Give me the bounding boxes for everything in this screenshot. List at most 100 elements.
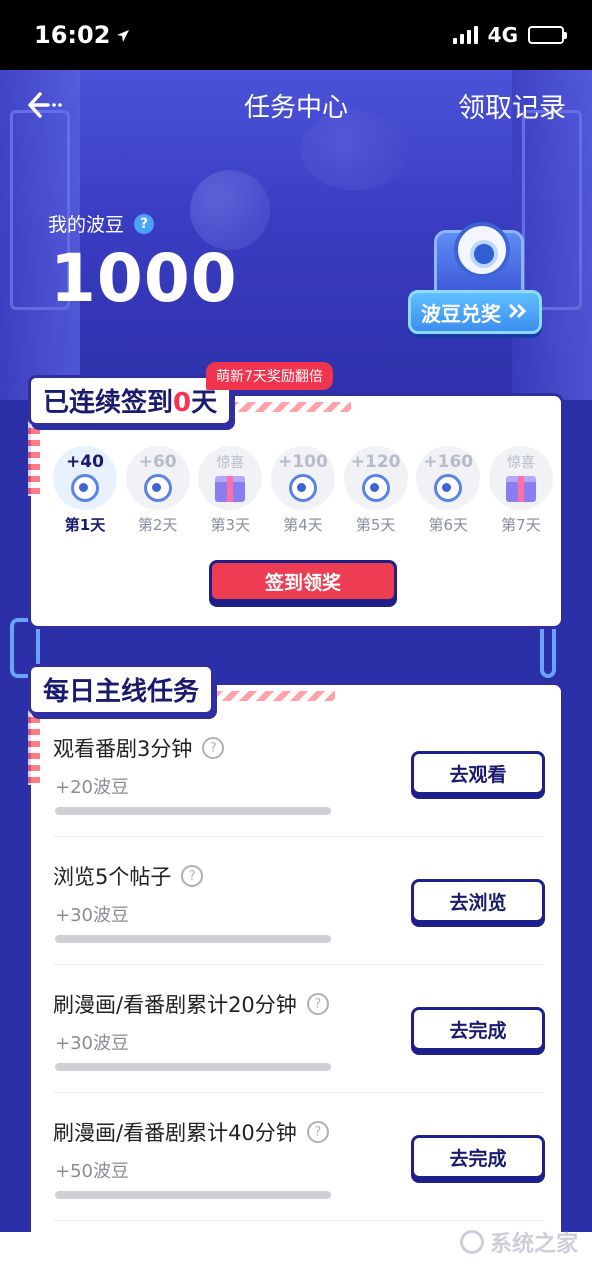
checkin-day[interactable]: +120 第5天 — [343, 446, 408, 535]
checkin-claim-button[interactable]: 签到领奖 — [209, 560, 397, 602]
task-progress-bar — [55, 935, 331, 943]
day-label: 第6天 — [428, 516, 469, 534]
task-reward: +50波豆 — [55, 1161, 129, 1182]
stripe-top-decoration — [231, 402, 351, 412]
status-time: 16:02 — [34, 21, 130, 49]
task-title-row: 浏览5个帖子 ? — [53, 861, 204, 891]
task-item: 浏览5个帖子 ? +30波豆 去浏览 — [53, 837, 545, 965]
checkin-day[interactable]: 惊喜 第3天 — [198, 446, 263, 535]
question-icon[interactable]: ? — [134, 213, 155, 234]
checkin-days: +40 第1天 +60 第2天 惊喜 第3天 +100 第4天 +120 第5天… — [53, 446, 553, 535]
task-reward: +30波豆 — [55, 1033, 129, 1054]
status-indicators: 4G — [452, 23, 567, 47]
checkin-day[interactable]: 惊喜 第7天 — [488, 446, 553, 535]
claim-history-link[interactable]: 领取记录 — [458, 86, 566, 125]
day-label: 第5天 — [355, 516, 396, 534]
task-title: 刷漫画/看番剧累计20分钟 — [53, 993, 297, 1017]
points-label-row: 我的波豆 ? — [48, 210, 155, 237]
day-reward: 惊喜 — [216, 455, 245, 471]
checkin-day[interactable]: +40 第1天 — [53, 446, 117, 535]
day-reward: +100 — [278, 452, 328, 472]
network-label: 4G — [487, 23, 518, 47]
stripe-top-decoration — [215, 691, 335, 701]
signal-icon — [452, 26, 478, 44]
day-circle: 惊喜 — [488, 446, 553, 510]
task-title: 浏览5个帖子 — [53, 865, 172, 889]
redeem-section: 波豆兑奖 — [408, 210, 548, 340]
day-label: 第2天 — [137, 516, 178, 534]
points-value: 1000 — [50, 240, 238, 317]
task-reward: +20波豆 — [55, 777, 129, 798]
bean-icon — [454, 222, 510, 278]
status-time-text: 16:02 — [34, 21, 111, 49]
task-item: 刷漫画/看番剧累计40分钟 ? +50波豆 去完成 — [53, 1093, 545, 1221]
day-circle: +160 — [416, 446, 481, 510]
day-label: 第7天 — [501, 516, 541, 534]
daily-tasks-card: 观看番剧3分钟 ? +20波豆 去观看 浏览5个帖子 ? +30波豆 去浏览 刷… — [28, 682, 564, 1242]
task-reward: +30波豆 — [55, 905, 129, 926]
double-chevron-right-icon — [507, 300, 529, 324]
bean-icon — [361, 474, 390, 502]
checkin-card: +40 第1天 +60 第2天 惊喜 第3天 +100 第4天 +120 第5天… — [28, 393, 564, 629]
gift-icon — [215, 476, 246, 502]
bean-icon — [71, 474, 99, 502]
day-reward: +40 — [66, 452, 104, 472]
day-label: 第3天 — [210, 516, 251, 534]
back-arrow-icon[interactable] — [26, 85, 66, 125]
streak-count: 0 — [173, 388, 192, 418]
redeem-button[interactable]: 波豆兑奖 — [408, 290, 542, 334]
nav-bar: 任务中心 领取记录 — [0, 70, 592, 140]
task-title-row: 刷漫画/看番剧累计40分钟 ? — [53, 1117, 329, 1147]
task-action-button[interactable]: 去观看 — [411, 751, 545, 795]
streak-suffix: 天 — [191, 388, 218, 418]
planet-decoration — [190, 170, 270, 250]
day-reward: +60 — [138, 452, 177, 472]
question-icon[interactable]: ? — [306, 1121, 329, 1143]
task-progress-bar — [55, 807, 331, 815]
double-reward-badge: 萌新7天奖励翻倍 — [206, 362, 333, 390]
watermark-text: 系统之家 — [489, 1232, 578, 1257]
daily-tasks-title: 每日主线任务 — [28, 664, 215, 715]
question-icon[interactable]: ? — [306, 993, 329, 1015]
day-reward: +160 — [423, 452, 474, 472]
day-circle: 惊喜 — [198, 446, 263, 510]
question-icon[interactable]: ? — [202, 737, 225, 759]
task-title-row: 观看番剧3分钟 ? — [53, 733, 225, 763]
day-circle: +60 — [125, 446, 190, 510]
question-icon[interactable]: ? — [181, 865, 204, 887]
stripe-decoration — [28, 416, 40, 496]
task-item: 刷漫画/看番剧累计20分钟 ? +30波豆 去完成 — [53, 965, 545, 1093]
task-action-button[interactable]: 去完成 — [411, 1135, 545, 1179]
day-label: 第4天 — [283, 516, 323, 534]
watermark: 系统之家 — [459, 1226, 578, 1258]
bean-icon — [288, 474, 317, 502]
status-bar: 16:02 4G — [0, 0, 592, 70]
day-circle: +40 — [53, 446, 117, 510]
task-item: 观看番剧3分钟 ? +20波豆 去观看 — [53, 709, 545, 837]
task-title-row: 刷漫画/看番剧累计20分钟 ? — [53, 989, 329, 1019]
checkin-day[interactable]: +160 第6天 — [416, 446, 481, 535]
day-circle: +120 — [343, 446, 408, 510]
task-action-button[interactable]: 去完成 — [411, 1007, 545, 1051]
checkin-streak-title: 已连续签到0天 — [28, 375, 233, 426]
task-progress-bar — [55, 1191, 331, 1199]
day-circle: +100 — [270, 446, 335, 510]
streak-prefix: 已连续签到 — [43, 388, 174, 418]
task-action-button[interactable]: 去浏览 — [411, 879, 545, 923]
day-reward: +120 — [350, 452, 401, 472]
day-label: 第1天 — [64, 516, 106, 534]
bean-icon — [143, 474, 172, 502]
task-title: 刷漫画/看番剧累计40分钟 — [53, 1121, 297, 1145]
watermark-logo-icon — [459, 1230, 484, 1254]
location-arrow-icon — [116, 21, 130, 49]
bean-icon — [434, 474, 463, 502]
stripe-decoration — [28, 705, 40, 785]
checkin-day[interactable]: +60 第2天 — [125, 446, 190, 535]
points-label: 我的波豆 — [48, 214, 125, 236]
day-reward: 惊喜 — [506, 455, 535, 471]
redeem-button-label: 波豆兑奖 — [421, 301, 501, 326]
task-progress-bar — [55, 1063, 331, 1071]
battery-icon — [528, 26, 567, 44]
gift-icon — [505, 476, 536, 502]
checkin-day[interactable]: +100 第4天 — [270, 446, 335, 535]
